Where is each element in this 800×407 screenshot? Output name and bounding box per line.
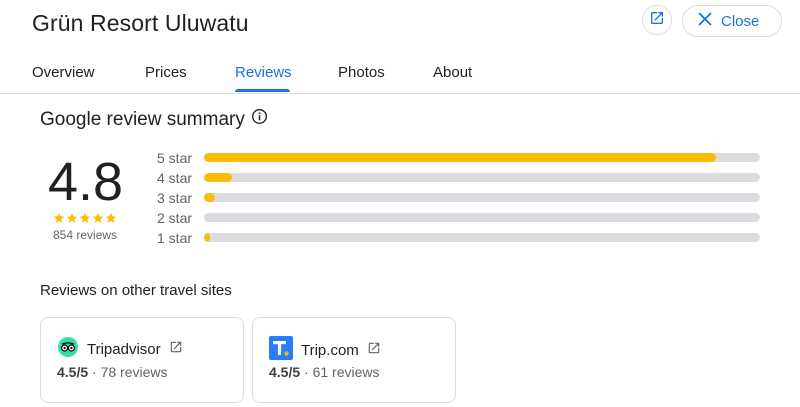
site-card-tripadvisor[interactable]: Tripadvisor 4.5/5 · 78 reviews — [40, 317, 244, 403]
tripadvisor-logo-icon — [57, 336, 79, 363]
tab-reviews[interactable]: Reviews — [235, 64, 292, 92]
site-name: Trip.com — [301, 342, 359, 359]
review-summary-title: Google review summary — [40, 108, 245, 130]
tab-about[interactable]: About — [433, 64, 472, 92]
star-rating — [53, 211, 117, 229]
rating-bar-label: 4 star — [157, 170, 193, 186]
star-icon — [79, 211, 91, 229]
tripcom-logo-icon — [269, 336, 293, 365]
site-name: Tripadvisor — [87, 341, 161, 358]
tab-prices[interactable]: Prices — [145, 64, 187, 92]
rating-bar-track — [204, 213, 760, 222]
review-count: 854 reviews — [53, 228, 118, 242]
open-in-new-icon — [649, 10, 665, 31]
rating-bar-1[interactable]: 1 star — [157, 230, 760, 250]
tab-bar: Overview Prices Reviews Photos About — [0, 56, 800, 94]
rating-bar-fill — [204, 173, 232, 182]
rating-bar-fill — [204, 153, 716, 162]
review-summary-heading: Google review summary — [40, 108, 268, 131]
other-sites-heading: Reviews on other travel sites — [40, 282, 232, 299]
rating-bar-5[interactable]: 5 star — [157, 150, 760, 170]
tab-photos[interactable]: Photos — [338, 64, 385, 92]
site-card-tripcom[interactable]: Trip.com 4.5/5 · 61 reviews — [252, 317, 456, 403]
rating-bar-label: 1 star — [157, 230, 193, 246]
open-in-new-icon — [367, 341, 381, 360]
rating-bar-track — [204, 173, 760, 182]
rating-bar-label: 2 star — [157, 210, 193, 226]
star-icon — [53, 211, 65, 229]
close-label: Close — [721, 12, 760, 30]
star-icon — [66, 211, 78, 229]
close-icon — [698, 11, 712, 31]
open-in-new-button[interactable] — [642, 5, 672, 35]
rating-bar-track — [204, 233, 760, 242]
page-title: Grün Resort Uluwatu — [32, 10, 249, 36]
site-rating-line: 4.5/5 · 78 reviews — [57, 364, 168, 380]
site-rating: 4.5/5 — [57, 364, 89, 380]
star-icon — [105, 211, 117, 229]
close-button[interactable]: Close — [682, 5, 782, 37]
rating-bar-fill — [204, 193, 216, 202]
rating-bar-2[interactable]: 2 star — [157, 210, 760, 230]
overall-rating: 4.8 — [48, 152, 124, 212]
rating-bar-label: 3 star — [157, 190, 193, 206]
site-rating: 4.5/5 — [269, 364, 301, 380]
active-tab-indicator — [235, 89, 290, 92]
rating-bar-track — [204, 193, 760, 202]
rating-bar-3[interactable]: 3 star — [157, 190, 760, 210]
rating-bar-label: 5 star — [157, 150, 193, 166]
site-rating-line: 4.5/5 · 61 reviews — [269, 364, 380, 380]
rating-bar-fill — [204, 233, 210, 242]
rating-bar-4[interactable]: 4 star — [157, 170, 760, 190]
site-review-count: · 78 reviews — [92, 364, 168, 380]
tab-overview[interactable]: Overview — [32, 64, 95, 92]
rating-bar-track — [204, 153, 760, 162]
rating-distribution: 5 star 4 star 3 star 2 star 1 star — [157, 150, 760, 250]
star-icon — [92, 211, 104, 229]
info-icon[interactable] — [251, 108, 268, 131]
site-review-count: · 61 reviews — [304, 364, 380, 380]
open-in-new-icon — [169, 340, 183, 359]
